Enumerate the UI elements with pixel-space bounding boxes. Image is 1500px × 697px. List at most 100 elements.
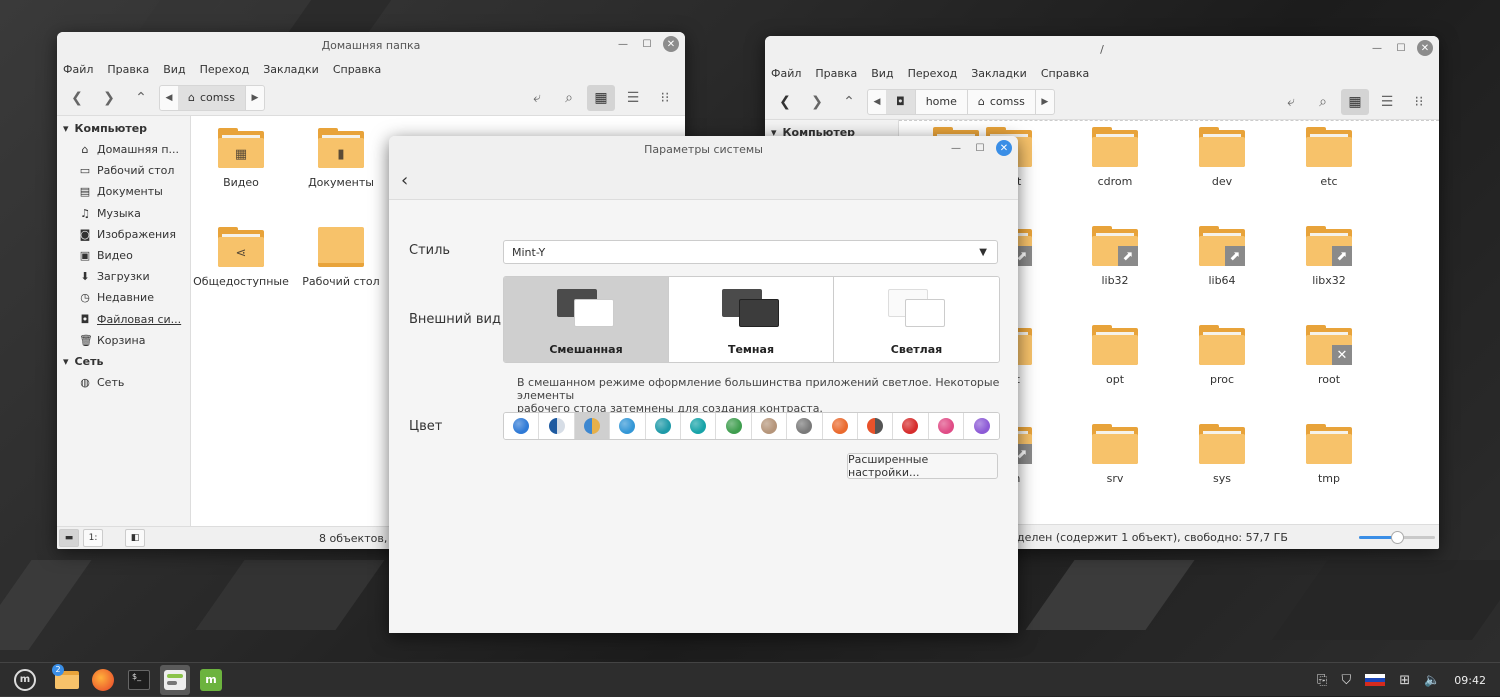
menu-go[interactable]: Переход [908,67,958,80]
maximize-icon[interactable]: ☐ [1393,40,1409,56]
sidebar-item-home[interactable]: ⌂ Домашняя п... [57,139,190,160]
style-combo[interactable]: Mint-Y ▼ [503,240,998,264]
accent-color-button[interactable] [574,413,611,439]
close-icon[interactable]: ✕ [663,36,679,52]
compact-view-icon[interactable]: ⁝⁝ [1405,89,1433,115]
clock[interactable]: 09:42 [1454,674,1486,687]
search-icon[interactable]: ⌕ [555,85,583,111]
sidebar-item-network[interactable]: ◍ Сеть [57,372,190,393]
accent-color-button[interactable] [787,413,823,439]
file-item-etc[interactable]: etc [1279,127,1379,188]
accent-color-button[interactable] [822,413,858,439]
file-item-srv[interactable]: srv [1065,424,1165,485]
menu-edit[interactable]: Правка [107,63,149,76]
path-right-arrow-icon[interactable]: ▶ [1036,90,1054,114]
back-arrow-icon[interactable]: ‹ [401,170,408,191]
icon-view-icon[interactable]: ▦ [587,84,615,111]
root-window-titlebar[interactable]: / — ☐ ✕ [765,36,1439,62]
file-item-tmp[interactable]: tmp [1279,424,1379,485]
hide-sidebar-icon[interactable]: ◧ [125,529,145,547]
sidebar-item-downloads[interactable]: ⬇ Загрузки [57,266,190,287]
back-icon[interactable]: ❮ [771,89,799,115]
file-item-cdrom[interactable]: cdrom [1065,127,1165,188]
sidebar-item-pictures[interactable]: ◙ Изображения [57,224,190,245]
show-places-icon[interactable]: ▬ [59,529,79,547]
accent-color-button[interactable] [504,413,540,439]
accent-color-button[interactable] [857,413,894,439]
sidebar-network-header[interactable]: ▾ Сеть [57,351,190,372]
taskbar-settings-icon[interactable] [160,664,190,695]
menu-bookmarks[interactable]: Закладки [263,63,319,76]
taskbar-firefox-icon[interactable] [88,665,118,695]
menu-help[interactable]: Справка [333,63,381,76]
path-left-arrow-icon[interactable]: ◀ [868,90,886,114]
search-icon[interactable]: ⌕ [1309,89,1337,115]
mint-menu-icon[interactable]: m [10,665,40,695]
list-view-icon[interactable]: ☰ [1373,89,1401,115]
home-window-titlebar[interactable]: Домашняя папка — ☐ ✕ [57,32,685,58]
compact-view-icon[interactable]: ⁝⁝ [651,85,679,111]
accent-color-button[interactable] [928,413,965,439]
menu-edit[interactable]: Правка [815,67,857,80]
menu-view[interactable]: Вид [163,63,185,76]
theme-dark-button[interactable]: Темная [669,277,834,362]
back-icon[interactable]: ❮ [63,85,91,111]
accent-color-button[interactable] [964,413,1000,439]
menu-go[interactable]: Переход [200,63,250,76]
toggle-location-icon[interactable]: ⤶ [523,85,551,111]
accent-color-button[interactable] [893,413,929,439]
sidebar-item-desktop[interactable]: ▭ Рабочий стол [57,160,190,181]
menu-file[interactable]: Файл [63,63,93,76]
file-item-public[interactable]: ⋖ Общедоступные [191,227,291,288]
sidebar-item-music[interactable]: ♫ Музыка [57,203,190,224]
minimize-icon[interactable]: — [948,140,964,156]
advanced-settings-button[interactable]: Расширенные настройки... [847,453,998,479]
file-item-sys[interactable]: sys [1172,424,1272,485]
close-icon[interactable]: ✕ [996,140,1012,156]
taskbar-mintupdate-icon[interactable]: m [196,665,226,695]
russian-flag-icon[interactable] [1365,673,1386,687]
file-item-root[interactable]: ✕ root [1279,325,1379,386]
menu-help[interactable]: Справка [1041,67,1089,80]
network-icon[interactable]: ⊞ [1399,673,1410,688]
taskbar-terminal-icon[interactable]: $_ [124,665,154,695]
menu-view[interactable]: Вид [871,67,893,80]
close-icon[interactable]: ✕ [1417,40,1433,56]
file-item-lib64[interactable]: ⬈ lib64 [1172,226,1272,287]
zoom-slider[interactable] [1359,531,1435,544]
file-item-videos[interactable]: ▦ Видео [191,128,291,189]
sidebar-item-documents[interactable]: ▤ Документы [57,181,190,202]
file-item-dev[interactable]: dev [1172,127,1272,188]
file-item-documents[interactable]: ▮ Документы [291,128,391,189]
accent-color-button[interactable] [539,413,575,439]
file-item-libx32[interactable]: ⬈ libx32 [1279,226,1379,287]
file-item-desktop[interactable]: Рабочий стол [291,227,391,288]
file-item-opt[interactable]: opt [1065,325,1165,386]
list-view-icon[interactable]: ☰ [619,85,647,111]
sidebar-item-videos[interactable]: ▣ Видео [57,245,190,266]
path-segment-comss[interactable]: ⌂ comss [178,85,246,110]
show-tree-icon[interactable]: 1: [83,529,103,547]
accent-color-button[interactable] [751,413,788,439]
forward-icon[interactable]: ❯ [803,89,831,115]
path-right-arrow-icon[interactable]: ▶ [246,86,264,110]
forward-icon[interactable]: ❯ [95,85,123,111]
accent-color-button[interactable] [610,413,646,439]
theme-mixed-button[interactable]: Смешанная [504,277,669,362]
up-icon[interactable]: ⌃ [835,89,863,115]
toggle-location-icon[interactable]: ⤶ [1277,89,1305,115]
shield-icon[interactable]: ⛉ [1341,673,1351,688]
volume-icon[interactable]: 🔈 [1424,673,1440,688]
accent-color-button[interactable] [645,413,681,439]
sidebar-item-recent[interactable]: ◷ Недавние [57,287,190,308]
minimize-icon[interactable]: — [1369,40,1385,56]
sidebar-computer-header[interactable]: ▾ Компьютер [57,118,190,139]
menu-file[interactable]: Файл [771,67,801,80]
path-segment-comss[interactable]: ⌂ comss [968,89,1036,114]
path-left-arrow-icon[interactable]: ◀ [160,86,178,110]
accent-color-button[interactable] [680,413,717,439]
maximize-icon[interactable]: ☐ [972,140,988,156]
zoom-slider-handle[interactable] [1391,531,1404,544]
settings-titlebar[interactable]: Параметры системы — ☐ ✕ [389,136,1018,162]
taskbar-files-icon[interactable]: 2 [52,663,82,695]
